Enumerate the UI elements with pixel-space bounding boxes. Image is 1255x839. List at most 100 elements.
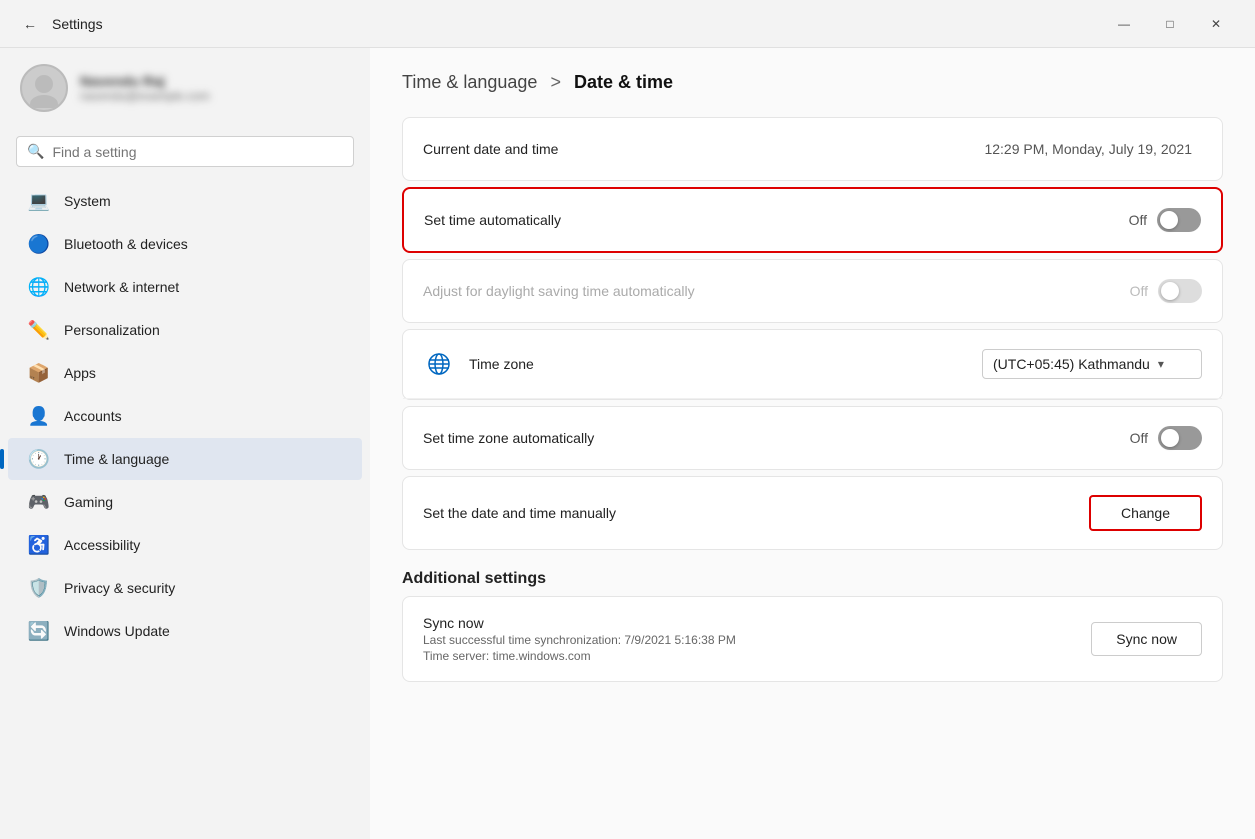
nav-label-privacy-security: Privacy & security [64,580,175,596]
sync-info: Sync now Last successful time synchroniz… [423,615,1091,663]
set-timezone-auto-label: Set time zone automatically [423,430,1130,446]
sidebar-item-network[interactable]: 🌐 Network & internet [8,266,362,308]
nav-icon-network: 🌐 [28,276,50,298]
sidebar-item-accounts[interactable]: 👤 Accounts [8,395,362,437]
nav-icon-bluetooth: 🔵 [28,233,50,255]
breadcrumb: Time & language > Date & time [402,72,673,92]
breadcrumb-parent: Time & language [402,72,537,92]
sidebar-item-privacy-security[interactable]: 🛡️ Privacy & security [8,567,362,609]
nav-label-accounts: Accounts [64,408,122,424]
chevron-down-icon: ▾ [1158,357,1164,371]
timezone-label: Time zone [469,356,982,372]
nav-icon-gaming: 🎮 [28,491,50,513]
back-button[interactable]: ← [16,10,44,38]
nav-icon-windows-update: 🔄 [28,620,50,642]
adjust-daylight-toggle [1158,279,1202,303]
window-controls: — □ ✕ [1101,8,1239,40]
set-timezone-auto-row: Set time zone automatically Off [403,407,1222,469]
timezone-value: (UTC+05:45) Kathmandu [993,356,1150,372]
close-button[interactable]: ✕ [1193,8,1239,40]
sidebar-item-personalization[interactable]: ✏️ Personalization [8,309,362,351]
toggle-thumb [1160,211,1178,229]
nav-icon-system: 💻 [28,190,50,212]
toggle-thumb-2 [1161,429,1179,447]
nav-label-windows-update: Windows Update [64,623,170,639]
nav-icon-time-language: 🕐 [28,448,50,470]
globe-icon [423,348,455,380]
sidebar-item-system[interactable]: 💻 System [8,180,362,222]
breadcrumb-sep: > [550,72,561,92]
sync-subtitle-2: Time server: time.windows.com [423,649,1091,663]
user-info: Navendu Raj navendu@example.com [80,73,210,103]
user-name: Navendu Raj [80,73,210,89]
current-datetime-label: Current date and time [423,141,984,157]
sidebar-item-accessibility[interactable]: ♿ Accessibility [8,524,362,566]
maximize-button[interactable]: □ [1147,8,1193,40]
nav-label-bluetooth: Bluetooth & devices [64,236,188,252]
nav-label-system: System [64,193,111,209]
adjust-daylight-label: Adjust for daylight saving time automati… [423,283,1130,299]
nav-label-personalization: Personalization [64,322,160,338]
sidebar-item-apps[interactable]: 📦 Apps [8,352,362,394]
current-datetime-card: Current date and time 12:29 PM, Monday, … [402,117,1223,181]
search-input[interactable] [52,144,343,160]
set-manually-label: Set the date and time manually [423,505,1089,521]
sync-card: Sync now Last successful time synchroniz… [402,596,1223,682]
nav-label-accessibility: Accessibility [64,537,140,553]
nav-icon-personalization: ✏️ [28,319,50,341]
user-profile: Navendu Raj navendu@example.com [0,48,370,128]
set-manually-card: Set the date and time manually Change [402,476,1223,550]
main-content: Time & language > Date & time Current da… [370,48,1255,839]
set-time-auto-card: Set time automatically Off [402,187,1223,253]
sidebar-item-gaming[interactable]: 🎮 Gaming [8,481,362,523]
set-timezone-auto-card: Set time zone automatically Off [402,406,1223,470]
current-datetime-row: Current date and time 12:29 PM, Monday, … [403,118,1222,180]
nav-label-time-language: Time & language [64,451,169,467]
avatar [20,64,68,112]
additional-settings-title: Additional settings [402,570,1223,588]
minimize-button[interactable]: — [1101,8,1147,40]
sync-row: Sync now Last successful time synchroniz… [403,597,1222,681]
nav-icon-accessibility: ♿ [28,534,50,556]
sidebar-item-windows-update[interactable]: 🔄 Windows Update [8,610,362,652]
set-timezone-auto-value: Off [1130,430,1148,446]
set-time-auto-value: Off [1129,212,1147,228]
titlebar: ← Settings — □ ✕ [0,0,1255,48]
sidebar: Navendu Raj navendu@example.com 🔍 💻 Syst… [0,48,370,839]
sidebar-item-bluetooth[interactable]: 🔵 Bluetooth & devices [8,223,362,265]
set-manually-row: Set the date and time manually Change [403,477,1222,549]
set-time-auto-label: Set time automatically [424,212,1129,228]
sidebar-item-time-language[interactable]: 🕐 Time & language [8,438,362,480]
close-icon: ✕ [1211,17,1221,31]
maximize-icon: □ [1166,17,1173,31]
sync-now-button[interactable]: Sync now [1091,622,1202,656]
sync-title: Sync now [423,615,1091,631]
adjust-daylight-card: Adjust for daylight saving time automati… [402,259,1223,323]
timezone-row: Time zone (UTC+05:45) Kathmandu ▾ [403,330,1222,399]
search-icon: 🔍 [27,143,44,160]
nav-label-apps: Apps [64,365,96,381]
current-datetime-value: 12:29 PM, Monday, July 19, 2021 [984,141,1192,157]
adjust-daylight-row: Adjust for daylight saving time automati… [403,260,1222,322]
page-header: Time & language > Date & time [402,72,1223,93]
nav-icon-privacy-security: 🛡️ [28,577,50,599]
set-timezone-auto-toggle[interactable] [1158,426,1202,450]
nav-label-network: Network & internet [64,279,179,295]
user-email: navendu@example.com [80,89,210,103]
sync-subtitle-1: Last successful time synchronization: 7/… [423,633,1091,647]
app-title: Settings [52,16,103,32]
breadcrumb-current: Date & time [574,72,673,92]
nav-icon-apps: 📦 [28,362,50,384]
nav-list: 💻 System 🔵 Bluetooth & devices 🌐 Network… [0,179,370,839]
toggle-thumb-disabled [1161,282,1179,300]
search-wrap: 🔍 [0,128,370,179]
timezone-card: Time zone (UTC+05:45) Kathmandu ▾ [402,329,1223,400]
adjust-daylight-value: Off [1130,283,1148,299]
nav-label-gaming: Gaming [64,494,113,510]
minimize-icon: — [1118,17,1130,31]
set-time-auto-toggle[interactable] [1157,208,1201,232]
set-time-auto-row: Set time automatically Off [404,189,1221,251]
change-button[interactable]: Change [1089,495,1202,531]
timezone-select[interactable]: (UTC+05:45) Kathmandu ▾ [982,349,1202,379]
search-box[interactable]: 🔍 [16,136,354,167]
